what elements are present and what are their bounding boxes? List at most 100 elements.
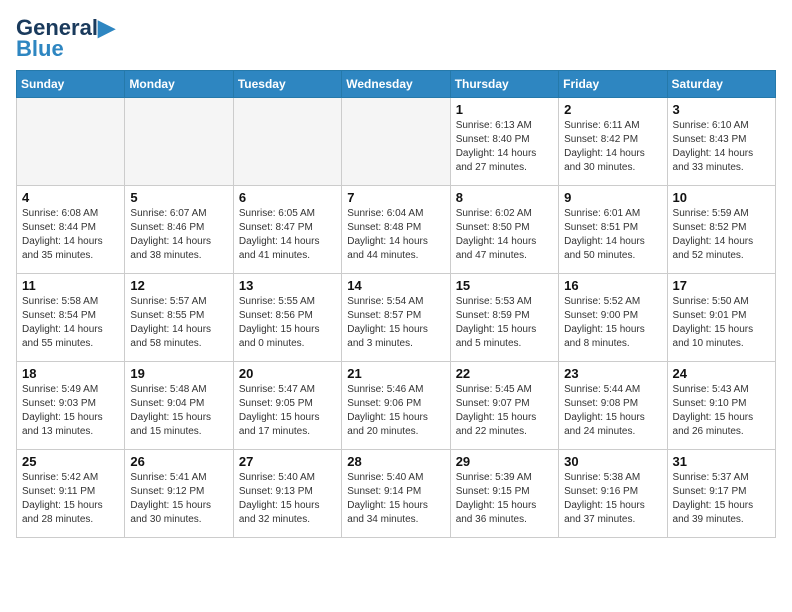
day-number: 17 [673, 278, 770, 293]
day-info: Sunrise: 6:11 AM Sunset: 8:42 PM Dayligh… [564, 119, 661, 175]
header-cell-friday: Friday [559, 71, 667, 98]
calendar-day-cell: 20 Sunrise: 5:47 AM Sunset: 9:05 PM Dayli… [233, 362, 341, 450]
day-number: 16 [564, 278, 661, 293]
calendar-day-cell: 6 Sunrise: 6:05 AM Sunset: 8:47 PM Daylig… [233, 186, 341, 274]
calendar-day-cell: 26 Sunrise: 5:41 AM Sunset: 9:12 PM Dayli… [125, 450, 233, 538]
day-number: 31 [673, 454, 770, 469]
calendar-day-cell: 18Sunrise: 5:49 AM Sunset: 9:03 PM Dayli… [17, 362, 125, 450]
day-info: Sunrise: 5:46 AM Sunset: 9:06 PM Dayligh… [347, 383, 444, 439]
day-info: Sunrise: 6:02 AM Sunset: 8:50 PM Dayligh… [456, 207, 553, 263]
page-header: General▶ Blue [16, 16, 776, 62]
day-info: Sunrise: 5:38 AM Sunset: 9:16 PM Dayligh… [564, 471, 661, 527]
calendar-header-row: SundayMondayTuesdayWednesdayThursdayFrid… [17, 71, 776, 98]
day-info: Sunrise: 6:13 AM Sunset: 8:40 PM Dayligh… [456, 119, 553, 175]
day-info: Sunrise: 5:40 AM Sunset: 9:14 PM Dayligh… [347, 471, 444, 527]
header-cell-monday: Monday [125, 71, 233, 98]
day-number: 23 [564, 366, 661, 381]
calendar-day-cell: 15 Sunrise: 5:53 AM Sunset: 8:59 PM Dayli… [450, 274, 558, 362]
calendar-week-3: 11Sunrise: 5:58 AM Sunset: 8:54 PM Dayli… [17, 274, 776, 362]
day-info: Sunrise: 6:07 AM Sunset: 8:46 PM Dayligh… [130, 207, 227, 263]
calendar-day-cell: 25Sunrise: 5:42 AM Sunset: 9:11 PM Dayli… [17, 450, 125, 538]
calendar-day-cell: 2 Sunrise: 6:11 AM Sunset: 8:42 PM Daylig… [559, 98, 667, 186]
day-info: Sunrise: 5:59 AM Sunset: 8:52 PM Dayligh… [673, 207, 770, 263]
day-info: Sunrise: 5:54 AM Sunset: 8:57 PM Dayligh… [347, 295, 444, 351]
calendar-day-cell: 28 Sunrise: 5:40 AM Sunset: 9:14 PM Dayli… [342, 450, 450, 538]
day-info: Sunrise: 5:42 AM Sunset: 9:11 PM Dayligh… [22, 471, 119, 527]
calendar-day-cell: 9 Sunrise: 6:01 AM Sunset: 8:51 PM Daylig… [559, 186, 667, 274]
header-cell-wednesday: Wednesday [342, 71, 450, 98]
day-number: 28 [347, 454, 444, 469]
day-number: 1 [456, 102, 553, 117]
day-info: Sunrise: 5:39 AM Sunset: 9:15 PM Dayligh… [456, 471, 553, 527]
day-number: 2 [564, 102, 661, 117]
day-info: Sunrise: 5:40 AM Sunset: 9:13 PM Dayligh… [239, 471, 336, 527]
calendar-table: SundayMondayTuesdayWednesdayThursdayFrid… [16, 70, 776, 538]
header-cell-sunday: Sunday [17, 71, 125, 98]
day-number: 29 [456, 454, 553, 469]
day-number: 26 [130, 454, 227, 469]
calendar-week-4: 18Sunrise: 5:49 AM Sunset: 9:03 PM Dayli… [17, 362, 776, 450]
day-info: Sunrise: 6:08 AM Sunset: 8:44 PM Dayligh… [22, 207, 119, 263]
day-number: 7 [347, 190, 444, 205]
calendar-day-cell: 30Sunrise: 5:38 AM Sunset: 9:16 PM Dayli… [559, 450, 667, 538]
day-number: 21 [347, 366, 444, 381]
day-number: 15 [456, 278, 553, 293]
calendar-day-cell: 3Sunrise: 6:10 AM Sunset: 8:43 PM Daylig… [667, 98, 775, 186]
day-info: Sunrise: 6:10 AM Sunset: 8:43 PM Dayligh… [673, 119, 770, 175]
day-info: Sunrise: 5:55 AM Sunset: 8:56 PM Dayligh… [239, 295, 336, 351]
day-number: 22 [456, 366, 553, 381]
day-info: Sunrise: 6:04 AM Sunset: 8:48 PM Dayligh… [347, 207, 444, 263]
calendar-week-5: 25Sunrise: 5:42 AM Sunset: 9:11 PM Dayli… [17, 450, 776, 538]
day-number: 5 [130, 190, 227, 205]
calendar-day-cell: 31 Sunrise: 5:37 AM Sunset: 9:17 PM Dayli… [667, 450, 775, 538]
day-info: Sunrise: 5:37 AM Sunset: 9:17 PM Dayligh… [673, 471, 770, 527]
day-info: Sunrise: 5:44 AM Sunset: 9:08 PM Dayligh… [564, 383, 661, 439]
calendar-day-cell: 4 Sunrise: 6:08 AM Sunset: 8:44 PM Daylig… [17, 186, 125, 274]
calendar-day-cell: 11Sunrise: 5:58 AM Sunset: 8:54 PM Dayli… [17, 274, 125, 362]
day-number: 24 [673, 366, 770, 381]
day-number: 9 [564, 190, 661, 205]
day-number: 6 [239, 190, 336, 205]
calendar-day-cell: 8 Sunrise: 6:02 AM Sunset: 8:50 PM Daylig… [450, 186, 558, 274]
day-number: 10 [673, 190, 770, 205]
calendar-day-cell: 21 Sunrise: 5:46 AM Sunset: 9:06 PM Dayli… [342, 362, 450, 450]
calendar-day-cell: 22Sunrise: 5:45 AM Sunset: 9:07 PM Dayli… [450, 362, 558, 450]
calendar-day-cell: 29 Sunrise: 5:39 AM Sunset: 9:15 PM Dayli… [450, 450, 558, 538]
calendar-week-2: 4 Sunrise: 6:08 AM Sunset: 8:44 PM Daylig… [17, 186, 776, 274]
calendar-day-cell: 10 Sunrise: 5:59 AM Sunset: 8:52 PM Dayli… [667, 186, 775, 274]
day-info: Sunrise: 5:41 AM Sunset: 9:12 PM Dayligh… [130, 471, 227, 527]
calendar-day-cell: 23 Sunrise: 5:44 AM Sunset: 9:08 PM Dayli… [559, 362, 667, 450]
calendar-day-cell: 14 Sunrise: 5:54 AM Sunset: 8:57 PM Dayli… [342, 274, 450, 362]
calendar-day-cell: 19Sunrise: 5:48 AM Sunset: 9:04 PM Dayli… [125, 362, 233, 450]
calendar-day-cell: 7 Sunrise: 6:04 AM Sunset: 8:48 PM Daylig… [342, 186, 450, 274]
calendar-day-cell [125, 98, 233, 186]
calendar-day-cell [233, 98, 341, 186]
calendar-day-cell: 1 Sunrise: 6:13 AM Sunset: 8:40 PM Daylig… [450, 98, 558, 186]
calendar-day-cell: 5 Sunrise: 6:07 AM Sunset: 8:46 PM Daylig… [125, 186, 233, 274]
day-number: 13 [239, 278, 336, 293]
header-cell-saturday: Saturday [667, 71, 775, 98]
calendar-day-cell: 27 Sunrise: 5:40 AM Sunset: 9:13 PM Dayli… [233, 450, 341, 538]
day-info: Sunrise: 5:57 AM Sunset: 8:55 PM Dayligh… [130, 295, 227, 351]
calendar-day-cell [17, 98, 125, 186]
day-number: 4 [22, 190, 119, 205]
logo: General▶ Blue [16, 16, 115, 62]
day-info: Sunrise: 5:47 AM Sunset: 9:05 PM Dayligh… [239, 383, 336, 439]
day-info: Sunrise: 6:01 AM Sunset: 8:51 PM Dayligh… [564, 207, 661, 263]
day-info: Sunrise: 5:48 AM Sunset: 9:04 PM Dayligh… [130, 383, 227, 439]
day-info: Sunrise: 6:05 AM Sunset: 8:47 PM Dayligh… [239, 207, 336, 263]
day-info: Sunrise: 5:43 AM Sunset: 9:10 PM Dayligh… [673, 383, 770, 439]
calendar-day-cell: 17Sunrise: 5:50 AM Sunset: 9:01 PM Dayli… [667, 274, 775, 362]
day-info: Sunrise: 5:58 AM Sunset: 8:54 PM Dayligh… [22, 295, 119, 351]
day-info: Sunrise: 5:53 AM Sunset: 8:59 PM Dayligh… [456, 295, 553, 351]
day-info: Sunrise: 5:52 AM Sunset: 9:00 PM Dayligh… [564, 295, 661, 351]
calendar-week-1: 1 Sunrise: 6:13 AM Sunset: 8:40 PM Daylig… [17, 98, 776, 186]
day-number: 8 [456, 190, 553, 205]
header-cell-tuesday: Tuesday [233, 71, 341, 98]
day-number: 14 [347, 278, 444, 293]
calendar-day-cell: 12Sunrise: 5:57 AM Sunset: 8:55 PM Dayli… [125, 274, 233, 362]
day-number: 27 [239, 454, 336, 469]
calendar-body: 1 Sunrise: 6:13 AM Sunset: 8:40 PM Daylig… [17, 98, 776, 538]
day-info: Sunrise: 5:49 AM Sunset: 9:03 PM Dayligh… [22, 383, 119, 439]
day-number: 20 [239, 366, 336, 381]
